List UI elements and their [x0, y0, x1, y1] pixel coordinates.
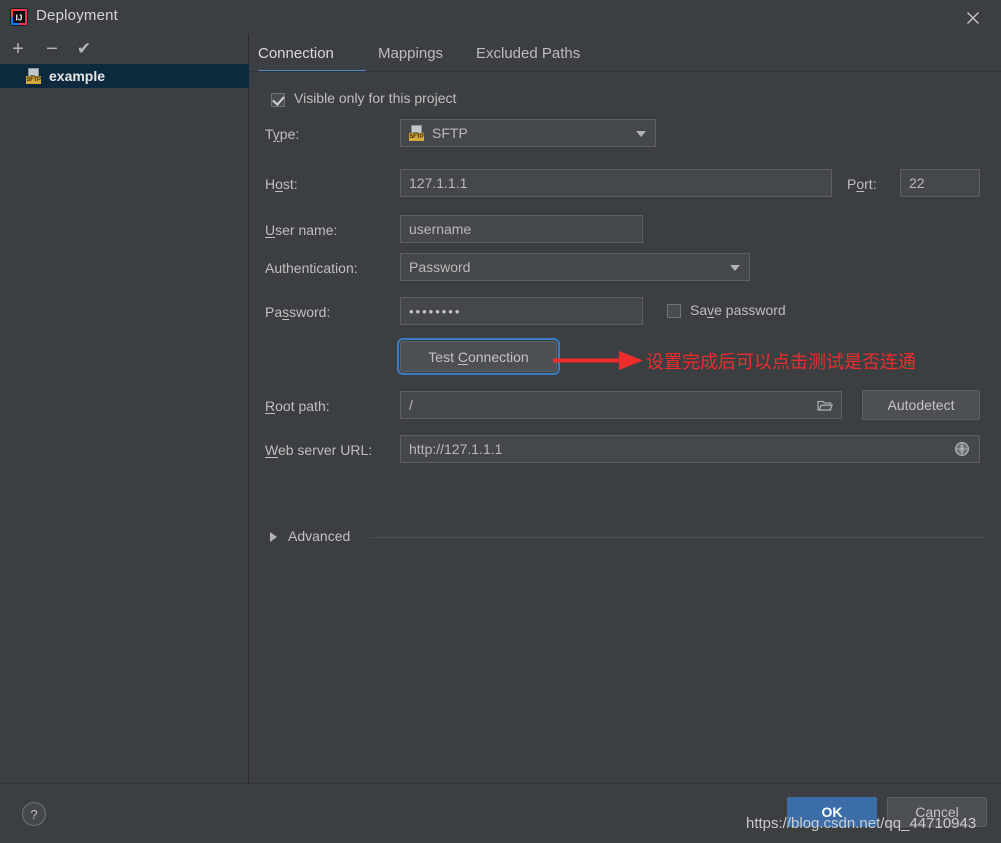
intellij-idea-icon: IJ — [10, 8, 28, 26]
type-combo-value: SFTP — [432, 125, 468, 141]
ok-button[interactable]: OK — [787, 797, 877, 827]
test-connection-label: Test Connection — [428, 348, 529, 365]
sftp-server-icon: SFTP — [26, 68, 42, 84]
chevron-down-icon — [730, 265, 740, 271]
set-default-button[interactable]: ✔ — [72, 37, 96, 61]
connection-panel: Connection Mappings Excluded Paths Visib… — [250, 34, 1001, 783]
tab-separator — [250, 71, 1001, 72]
tab-mappings[interactable]: Mappings — [378, 34, 443, 72]
tab-mappings-label: Mappings — [378, 44, 444, 62]
port-input-value: 22 — [909, 175, 925, 191]
autodetect-label: Autodetect — [887, 397, 955, 413]
root-path-input[interactable]: / — [400, 391, 842, 419]
tab-excluded-paths[interactable]: Excluded Paths — [476, 34, 580, 72]
cancel-button[interactable]: Cancel — [887, 797, 987, 827]
globe-icon[interactable] — [948, 436, 976, 462]
close-icon[interactable] — [959, 5, 987, 31]
web-server-url-label: Web server URL: — [265, 442, 373, 458]
username-input-value: username — [409, 221, 472, 237]
plus-icon: + — [12, 37, 24, 60]
folder-icon[interactable] — [811, 392, 839, 418]
save-password-checkbox[interactable] — [667, 304, 681, 318]
password-input-value: •••••••• — [409, 303, 462, 319]
remove-button[interactable]: − — [40, 37, 64, 61]
sftp-server-icon: SFTP — [409, 125, 425, 141]
server-list: SFTP example — [0, 64, 249, 88]
save-password-label: Save password — [690, 302, 786, 318]
check-icon: ✔ — [76, 39, 92, 58]
sftp-icon-tag: SFTP — [26, 76, 41, 84]
host-label: Host: — [265, 176, 298, 192]
autodetect-button[interactable]: Autodetect — [862, 390, 980, 420]
add-button[interactable]: + — [6, 37, 30, 61]
question-mark-icon: ? — [30, 806, 38, 822]
username-input[interactable]: username — [400, 215, 643, 243]
deployment-dialog: IJ Deployment + − ✔ SFTP example Connect… — [0, 0, 1001, 843]
tab-bar: Connection Mappings Excluded Paths — [250, 34, 1001, 72]
cancel-button-label: Cancel — [915, 804, 959, 820]
web-server-url-input-value: http://127.1.1.1 — [409, 441, 503, 457]
host-input[interactable]: 127.1.1.1 — [400, 169, 832, 197]
sidebar-toolbar: + − ✔ — [0, 34, 249, 64]
ok-button-label: OK — [821, 804, 843, 820]
sidebar-item-example[interactable]: SFTP example — [0, 64, 249, 88]
tab-excluded-paths-label: Excluded Paths — [476, 44, 581, 62]
port-input[interactable]: 22 — [900, 169, 980, 197]
tab-connection[interactable]: Connection — [258, 34, 334, 72]
chevron-right-icon[interactable] — [270, 532, 277, 542]
minus-icon: − — [46, 37, 58, 60]
visible-only-checkbox[interactable] — [271, 93, 285, 107]
host-input-value: 127.1.1.1 — [409, 175, 468, 191]
password-input[interactable]: •••••••• — [400, 297, 643, 325]
visible-only-label: Visible only for this project — [294, 90, 457, 106]
advanced-section-toggle[interactable]: Advanced — [288, 528, 350, 544]
advanced-separator — [370, 537, 985, 538]
test-connection-button[interactable]: Test Connection — [397, 338, 560, 375]
port-label: Port: — [847, 176, 877, 192]
password-label: Password: — [265, 304, 331, 320]
deployment-servers-sidebar: + − ✔ SFTP example — [0, 34, 249, 783]
root-path-input-value: / — [409, 397, 413, 413]
svg-text:IJ: IJ — [16, 13, 23, 22]
authentication-label: Authentication: — [265, 260, 358, 276]
tab-connection-label: Connection — [258, 44, 334, 62]
chevron-down-icon — [636, 131, 646, 137]
help-button[interactable]: ? — [22, 802, 46, 826]
title-bar: IJ Deployment — [0, 0, 1001, 34]
sidebar-item-label: example — [49, 68, 106, 84]
type-label: Type: — [265, 126, 300, 142]
type-combo[interactable]: SFTP SFTP — [400, 119, 656, 147]
sftp-icon-tag: SFTP — [409, 133, 424, 141]
window-title: Deployment — [36, 7, 119, 24]
web-server-url-input[interactable]: http://127.1.1.1 — [400, 435, 980, 463]
authentication-combo-value: Password — [409, 259, 471, 275]
root-path-label: Root path: — [265, 398, 330, 414]
authentication-combo[interactable]: Password — [400, 253, 750, 281]
username-label: User name: — [265, 222, 338, 238]
